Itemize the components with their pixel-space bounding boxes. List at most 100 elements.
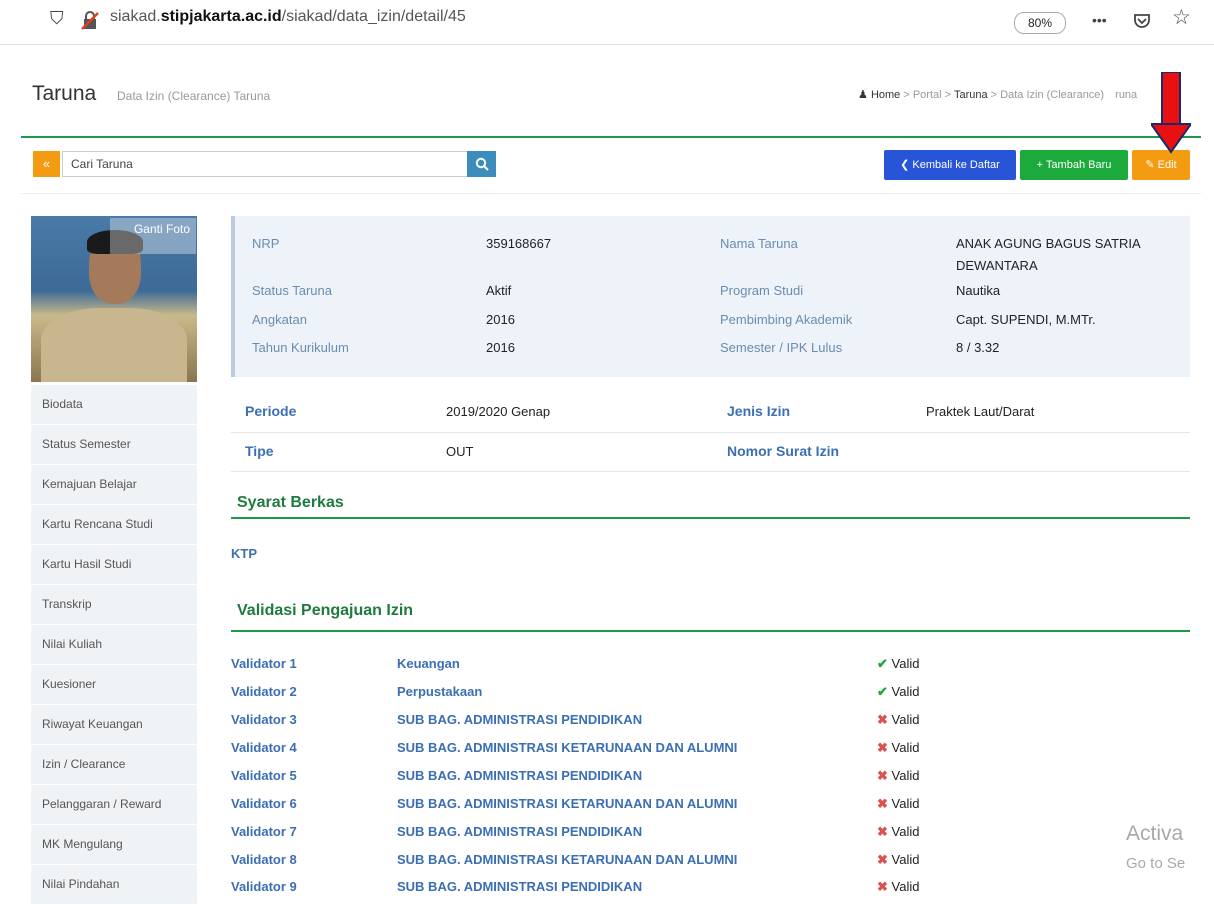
validator-unit: SUB BAG. ADMINISTRASI PENDIDIKAN [397,879,643,894]
sidebar-item-kuesioner[interactable]: Kuesioner [31,665,197,705]
validator-label: Validator 6 [231,796,297,811]
validator-label: Validator 3 [231,712,297,727]
ipk-label: Semester / IPK Lulus [720,340,843,355]
photo-uniform [41,308,187,382]
validasi-title: Validasi Pengajuan Izin [237,602,414,619]
sidebar-item-nilai-pindahan[interactable]: Nilai Pindahan [31,865,197,905]
status-text: Valid [891,796,920,811]
sidebar-item-biodata[interactable]: Biodata [31,385,197,425]
cross-icon: ✖ [877,740,888,755]
breadcrumb-tail: runa [1115,89,1138,101]
change-photo-button[interactable]: Ganti Foto [110,218,196,254]
validator-label: Validator 9 [231,879,297,894]
validation-status: ✖ Valid [877,740,919,756]
status-text: Valid [891,824,920,839]
status-label: Status Taruna [252,283,332,298]
sidebar-item-izin-clearance[interactable]: Izin / Clearance [31,745,197,785]
activation-watermark-line1: Activa [1126,822,1184,845]
tipe-label: Tipe [245,443,274,459]
status-text: Valid [891,740,920,755]
nama-label: Nama Taruna [720,236,798,251]
back-to-list-button[interactable]: ❮ Kembali ke Daftar [884,150,1016,180]
validation-row: Validator 5 SUB BAG. ADMINISTRASI PENDID… [231,764,1190,791]
validator-unit: SUB BAG. ADMINISTRASI KETARUNAAN DAN ALU… [397,852,738,867]
status-text: Valid [891,879,920,894]
jenis-value: Praktek Laut/Darat [926,404,1035,419]
nomor-surat-label: Nomor Surat Izin [727,443,840,459]
insecure-lock-icon[interactable] [80,11,100,31]
validator-label: Validator 8 [231,852,297,867]
periode-label: Periode [245,403,297,419]
validation-status: ✖ Valid [877,796,919,812]
validation-status: ✖ Valid [877,768,919,784]
url-domain: stipjakarta.ac.id [160,8,282,25]
shield-icon[interactable]: ⛉ [50,8,64,29]
breadcrumb-portal[interactable]: Portal [913,89,942,101]
search-icon [475,157,489,171]
page-title: Taruna [32,82,97,105]
sidebar-item-transkrip[interactable]: Transkrip [31,585,197,625]
pa-value: Capt. SUPENDI, M.MTr. [956,312,1096,327]
student-sidebar: Biodata Status Semester Kemajuan Belajar… [31,385,197,905]
angkatan-label: Angkatan [252,312,307,327]
validator-unit: SUB BAG. ADMINISTRASI KETARUNAAN DAN ALU… [397,740,738,755]
collapse-sidebar-button[interactable]: « [33,151,60,177]
url-text[interactable]: siakad.stipjakarta.ac.id/siakad/data_izi… [110,8,466,26]
breadcrumb-sep: > [944,89,952,101]
sidebar-item-riwayat-keuangan[interactable]: Riwayat Keuangan [31,705,197,745]
breadcrumb-data-izin[interactable]: Data Izin (Clearance) [1000,89,1104,101]
detail-row-periode [231,394,1190,433]
validator-unit: Keuangan [397,656,460,671]
validation-row: Validator 8 SUB BAG. ADMINISTRASI KETARU… [231,848,1190,875]
sidebar-item-pelanggaran[interactable]: Pelanggaran / Reward [31,785,197,825]
validator-unit: SUB BAG. ADMINISTRASI PENDIDIKAN [397,824,643,839]
validator-unit: SUB BAG. ADMINISTRASI PENDIDIKAN [397,712,643,727]
ipk-value: 8 / 3.32 [956,340,1000,355]
activation-watermark-line2: Go to Se [1126,855,1186,872]
berkas-item[interactable]: KTP [231,546,257,561]
validator-unit: SUB BAG. ADMINISTRASI PENDIDIKAN [397,768,643,783]
validation-row: Validator 7 SUB BAG. ADMINISTRASI PENDID… [231,820,1190,847]
pocket-icon[interactable] [1132,11,1152,31]
sidebar-item-mk-mengulang[interactable]: MK Mengulang [31,825,197,865]
bookmark-star-icon[interactable]: ☆ [1172,5,1191,30]
sidebar-item-krs[interactable]: Kartu Rencana Studi [31,505,197,545]
validation-row: Validator 3 SUB BAG. ADMINISTRASI PENDID… [231,708,1190,735]
validation-status: ✔ Valid [877,656,919,672]
home-icon: ♟ [858,89,868,101]
prodi-label: Program Studi [720,283,804,298]
validator-label: Validator 7 [231,824,297,839]
cross-icon: ✖ [877,852,888,867]
zoom-indicator[interactable]: 80% [1014,12,1066,34]
validation-status: ✖ Valid [877,824,919,840]
validation-row: Validator 4 SUB BAG. ADMINISTRASI KETARU… [231,736,1190,763]
red-arrow-annotation [1151,72,1191,154]
validation-status: ✖ Valid [877,852,919,868]
validator-label: Validator 1 [231,656,297,671]
validator-label: Validator 4 [231,740,297,755]
status-text: Valid [891,712,920,727]
sidebar-item-khs[interactable]: Kartu Hasil Studi [31,545,197,585]
edit-button[interactable]: ✎ Edit [1132,150,1190,180]
status-text: Valid [891,684,920,699]
prodi-value: Nautika [956,283,1001,298]
url-path: /siakad/data_izin/detail/45 [281,8,466,25]
browser-urlbar: ⛉ siakad.stipjakarta.ac.id/siakad/data_i… [0,0,1214,45]
section-divider [231,517,1190,519]
sidebar-item-nilai-kuliah[interactable]: Nilai Kuliah [31,625,197,665]
breadcrumb-taruna[interactable]: Taruna [954,89,988,101]
sidebar-item-kemajuan-belajar[interactable]: Kemajuan Belajar [31,465,197,505]
sidebar-item-status-semester[interactable]: Status Semester [31,425,197,465]
nrp-value: 359168667 [486,236,552,251]
add-new-button[interactable]: + Tambah Baru [1020,150,1128,180]
page-actions-icon[interactable]: ••• [1092,12,1107,28]
validator-unit: Perpustakaan [397,684,483,699]
status-text: Valid [891,852,920,867]
syarat-berkas-title: Syarat Berkas [237,494,344,511]
validation-row: Validator 2 Perpustakaan ✔ Valid [231,680,1190,707]
search-input[interactable]: Cari Taruna [62,151,474,177]
validation-row: Validator 6 SUB BAG. ADMINISTRASI KETARU… [231,792,1190,819]
breadcrumb-home[interactable]: Home [871,89,900,101]
nrp-label: NRP [252,236,280,251]
search-button[interactable] [467,151,496,177]
